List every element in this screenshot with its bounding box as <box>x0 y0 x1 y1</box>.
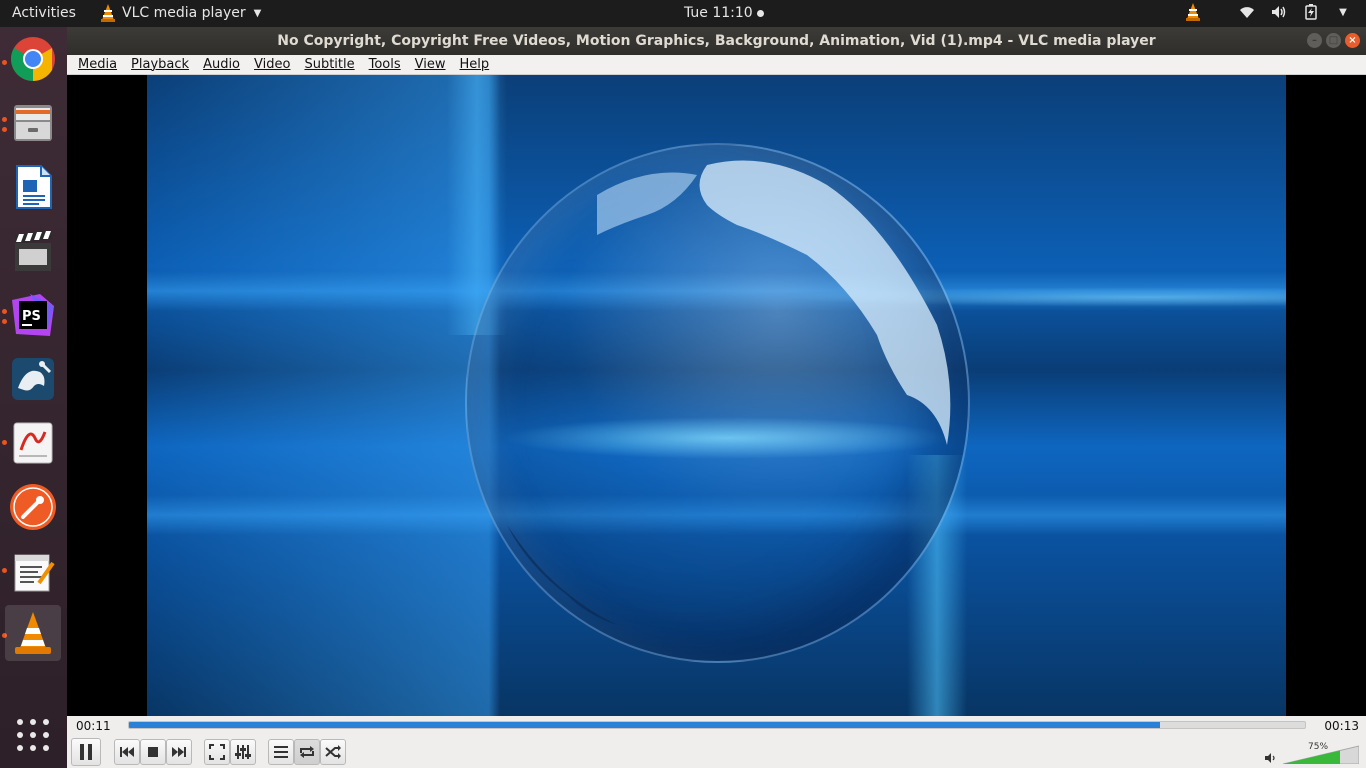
window-controls: – □ × <box>1307 33 1360 48</box>
seek-progress-fill <box>129 722 1161 728</box>
seek-slider[interactable] <box>128 721 1306 729</box>
battery-icon[interactable] <box>1302 3 1320 21</box>
vlc-icon[interactable] <box>5 605 61 661</box>
mysql-workbench-icon[interactable] <box>5 351 61 407</box>
chevron-down-icon: ▼ <box>253 7 262 19</box>
video-area[interactable] <box>67 75 1366 716</box>
maximize-icon[interactable]: □ <box>1326 33 1341 48</box>
notification-dot-icon <box>756 9 764 17</box>
elapsed-time: 00:11 <box>76 719 111 733</box>
vlc-cone-icon <box>101 4 115 22</box>
skip-back-icon <box>120 747 134 757</box>
menu-tools[interactable]: Tools <box>369 57 401 72</box>
vlc-tray-icon[interactable] <box>1184 3 1202 21</box>
volume-icon[interactable] <box>1270 3 1288 21</box>
close-icon[interactable]: × <box>1345 33 1360 48</box>
files-icon[interactable] <box>5 95 61 151</box>
menu-subtitle[interactable]: Subtitle <box>304 57 354 72</box>
clock-label: Tue 11:10 <box>684 5 753 21</box>
menu-view[interactable]: View <box>415 57 446 72</box>
next-button[interactable] <box>166 739 192 765</box>
stop-icon <box>148 747 158 757</box>
menu-help[interactable]: Help <box>460 57 490 72</box>
menu-playback[interactable]: Playback <box>131 57 189 72</box>
window-title: No Copyright, Copyright Free Videos, Mot… <box>277 33 1156 49</box>
stop-button[interactable] <box>140 739 166 765</box>
top-bar: Activities VLC media player ▼ Tue 11:10 … <box>0 0 1366 27</box>
pause-icon <box>80 744 92 760</box>
seek-row: 00:11 00:13 <box>67 716 1366 736</box>
total-time[interactable]: 00:13 <box>1324 719 1359 733</box>
skip-forward-icon <box>172 747 186 757</box>
video-frame <box>147 75 1286 716</box>
volume-percent: 75% <box>1308 742 1329 752</box>
menu-audio[interactable]: Audio <box>203 57 240 72</box>
previous-button[interactable] <box>114 739 140 765</box>
pause-button[interactable] <box>71 738 101 766</box>
playlist-icon <box>274 746 288 758</box>
loop-button[interactable] <box>294 739 320 765</box>
equalizer-icon <box>235 745 251 759</box>
app-grid-icon[interactable] <box>17 719 49 751</box>
system-menu-chevron-icon[interactable]: ▼ <box>1334 3 1352 21</box>
menu-media[interactable]: Media <box>78 57 117 72</box>
shuffle-button[interactable] <box>320 739 346 765</box>
fullscreen-button[interactable] <box>204 739 230 765</box>
shuffle-icon <box>325 745 341 759</box>
wifi-icon[interactable] <box>1238 3 1256 21</box>
activities-button[interactable]: Activities <box>12 5 76 21</box>
text-editor-icon[interactable] <box>5 543 61 599</box>
repeat-icon <box>300 746 314 758</box>
app-menu[interactable]: VLC media player ▼ <box>100 4 261 22</box>
dock: PS <box>0 27 67 768</box>
document-viewer-icon[interactable] <box>5 415 61 471</box>
video-editor-icon[interactable] <box>5 223 61 279</box>
control-bar: 75% <box>67 736 1366 768</box>
clock[interactable]: Tue 11:10 <box>684 5 764 21</box>
system-tray: ▼ <box>1184 3 1352 21</box>
fullscreen-icon <box>209 744 225 760</box>
app-menu-label: VLC media player <box>122 5 246 21</box>
extended-settings-button[interactable] <box>230 739 256 765</box>
postman-icon[interactable] <box>5 479 61 535</box>
phpstorm-icon[interactable]: PS <box>5 287 61 343</box>
chrome-icon[interactable] <box>5 31 61 87</box>
menu-video[interactable]: Video <box>254 57 290 72</box>
minimize-icon[interactable]: – <box>1307 33 1322 48</box>
globe-graphic <box>465 143 970 663</box>
window-titlebar: No Copyright, Copyright Free Videos, Mot… <box>67 27 1366 55</box>
playlist-button[interactable] <box>268 739 294 765</box>
svg-text:PS: PS <box>22 309 41 324</box>
libreoffice-writer-icon[interactable] <box>5 159 61 215</box>
speaker-icon[interactable] <box>1264 752 1278 764</box>
menu-bar: Media Playback Audio Video Subtitle Tool… <box>67 55 1366 75</box>
